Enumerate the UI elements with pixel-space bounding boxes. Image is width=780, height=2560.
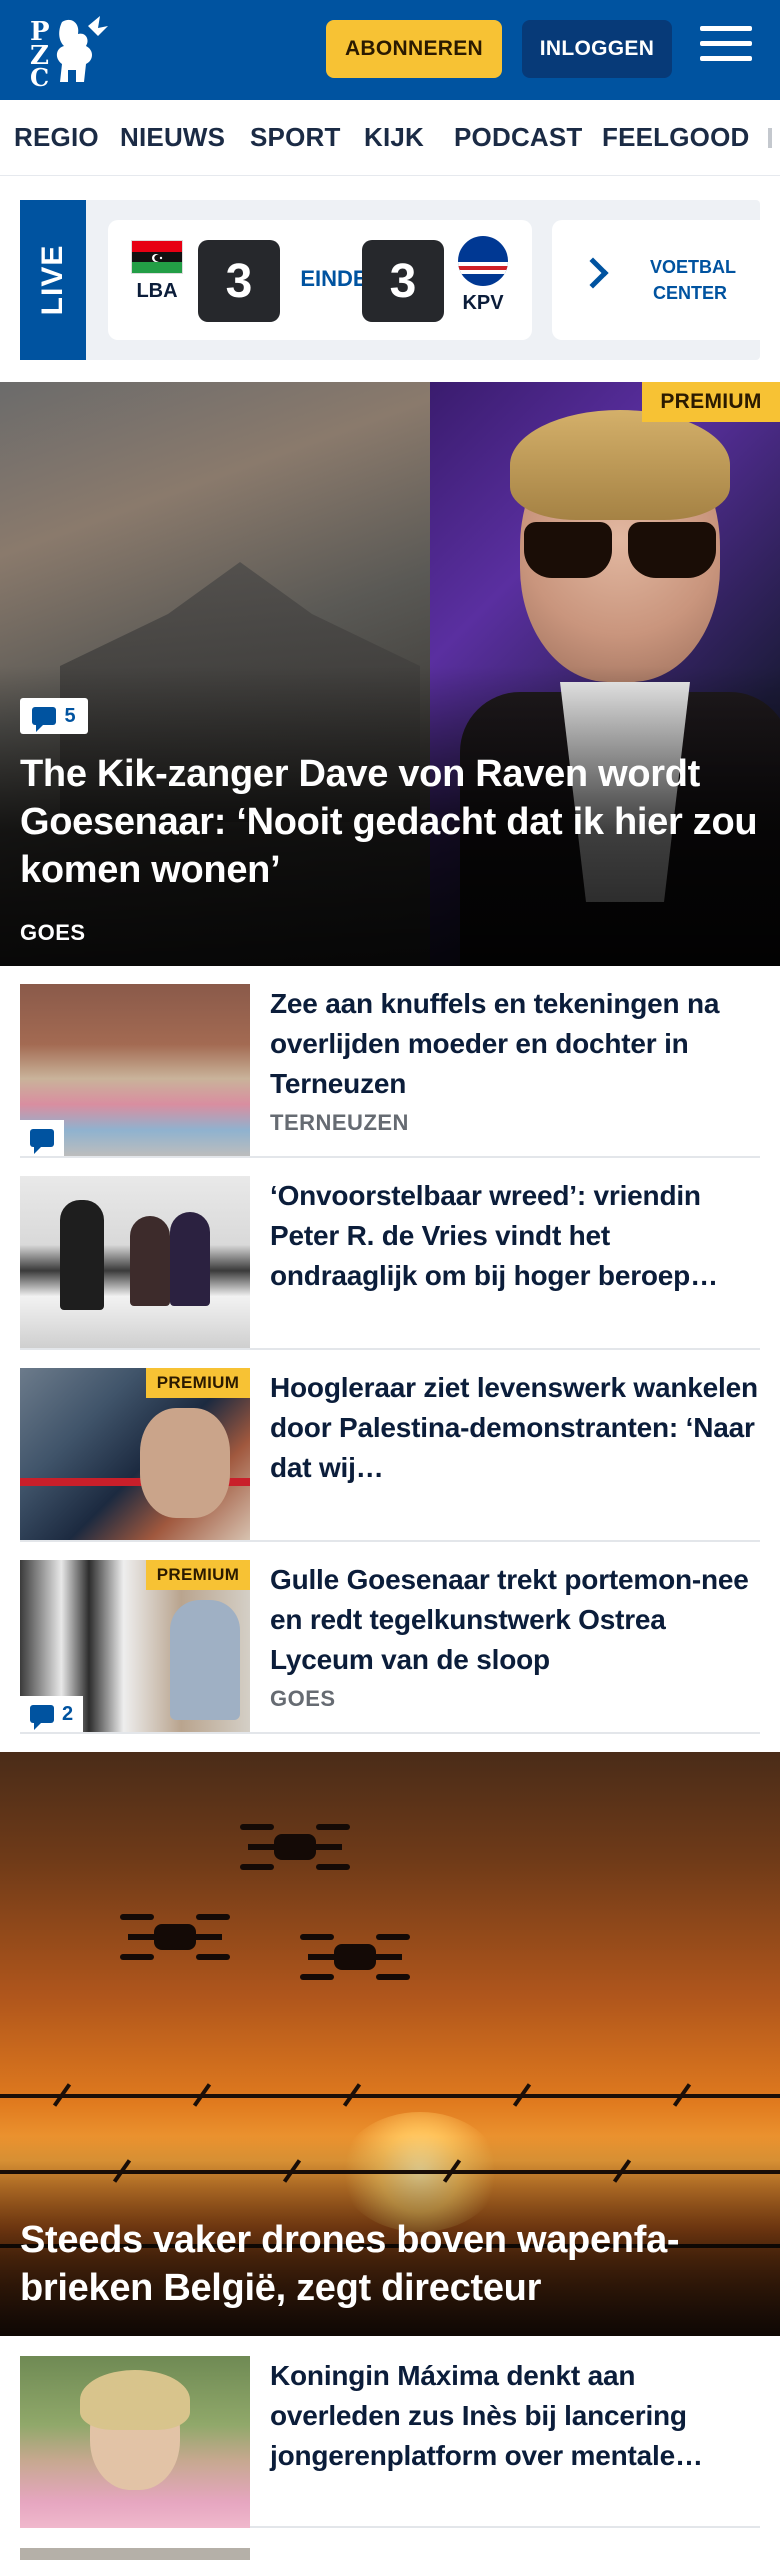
article-title[interactable]: Zee aan knuffels en tekeningen na overli… (270, 984, 760, 1104)
hero-title[interactable]: The Kik-zanger Dave von Raven wordt Goes… (20, 750, 760, 894)
comment-count (20, 1120, 64, 1156)
live-scores-bar: LIVE LBA 3 EINDE 3 KPV VOETBAL CENTER (20, 200, 760, 360)
comment-count: 5 (20, 698, 88, 734)
article-title[interactable]: Hoogleraar ziet levenswerk wankelen door… (270, 1368, 760, 1488)
home-score: 3 (198, 240, 280, 322)
article-location: GOES (270, 1686, 336, 1711)
away-team: KPV (448, 236, 518, 315)
pzc-logo[interactable]: P Z C (28, 12, 118, 92)
comment-count: 2 (20, 1696, 84, 1732)
hero-article[interactable]: PREMIUM 5 The Kik-zanger Dave von Raven … (0, 382, 780, 966)
nav-item-kijk[interactable]: KIJK (364, 122, 424, 153)
section-nav: REGIO NIEUWS SPORT KIJK PODCAST FEELGOOD (0, 100, 780, 176)
svg-text:C: C (30, 63, 49, 88)
nav-item-sport[interactable]: SPORT (250, 122, 341, 153)
hero-location: GOES (20, 920, 86, 945)
top-header: P Z C ABONNEREN INLOGGEN (0, 0, 780, 100)
away-team-code: KPV (462, 292, 504, 314)
login-button[interactable]: INLOGGEN (522, 20, 672, 78)
list-item[interactable]: Zee aan knuffels en tekeningen na overli… (20, 966, 760, 1158)
article-location: TERNEUZEN (270, 1110, 409, 1135)
premium-badge: PREMIUM (642, 382, 780, 422)
article-title[interactable]: Koningin Máxima denkt aan overleden zus … (270, 2356, 760, 2476)
subscribe-button[interactable]: ABONNEREN (326, 20, 502, 78)
premium-badge: PREMIUM (146, 1560, 250, 1590)
article-title[interactable]: Gulle Goesenaar trekt portemon-nee en re… (270, 1560, 760, 1680)
article-thumbnail (20, 984, 250, 1156)
comment-icon (32, 707, 57, 732)
article-title[interactable]: ‘Onvoorstelbaar wreed’: vriendin Peter R… (270, 1176, 760, 1296)
cape-verde-flag-icon (458, 236, 508, 286)
voetbal-center-link[interactable]: VOETBAL CENTER (640, 220, 740, 340)
nav-item-feelgood[interactable]: FEELGOOD (602, 122, 750, 153)
away-score: 3 (362, 240, 444, 322)
list-item[interactable]: ‘Onvoorstelbaar wreed’: vriendin Peter R… (20, 1158, 760, 1350)
article-thumbnail: PREMIUM 2 (20, 1560, 250, 1732)
featured-article[interactable]: Steeds vaker drones boven wapenfa-brieke… (0, 1752, 780, 2336)
nav-item-regio[interactable]: REGIO (14, 122, 99, 153)
live-tag: LIVE (20, 200, 86, 360)
home-team-code: LBA (136, 280, 178, 302)
list-item[interactable]: PREMIUM Hoogleraar ziet levenswerk wanke… (20, 1350, 760, 1542)
match-card[interactable]: LBA 3 EINDE 3 KPV (108, 220, 532, 340)
list-item[interactable]: PREMIUM 2 Gulle Goesenaar trekt portemon… (20, 1542, 760, 1734)
home-team: LBA (122, 240, 192, 303)
nav-item-nieuws[interactable]: NIEUWS (120, 122, 225, 153)
nav-item-podcast[interactable]: PODCAST (454, 122, 583, 153)
libya-flag-icon (131, 240, 183, 274)
list-item[interactable]: Koningin Máxima denkt aan overleden zus … (20, 2336, 760, 2528)
article-thumbnail (20, 2356, 250, 2528)
comment-icon (30, 1705, 54, 1730)
featured-title[interactable]: Steeds vaker drones boven wapenfa-brieke… (20, 2216, 760, 2312)
article-thumbnail (20, 2548, 250, 2560)
premium-badge: PREMIUM (146, 1368, 250, 1398)
article-thumbnail (20, 1176, 250, 1348)
article-thumbnail: PREMIUM (20, 1368, 250, 1540)
hamburger-menu-icon[interactable] (700, 26, 752, 70)
comment-icon (30, 1129, 54, 1154)
nav-overflow-indicator (768, 128, 772, 148)
